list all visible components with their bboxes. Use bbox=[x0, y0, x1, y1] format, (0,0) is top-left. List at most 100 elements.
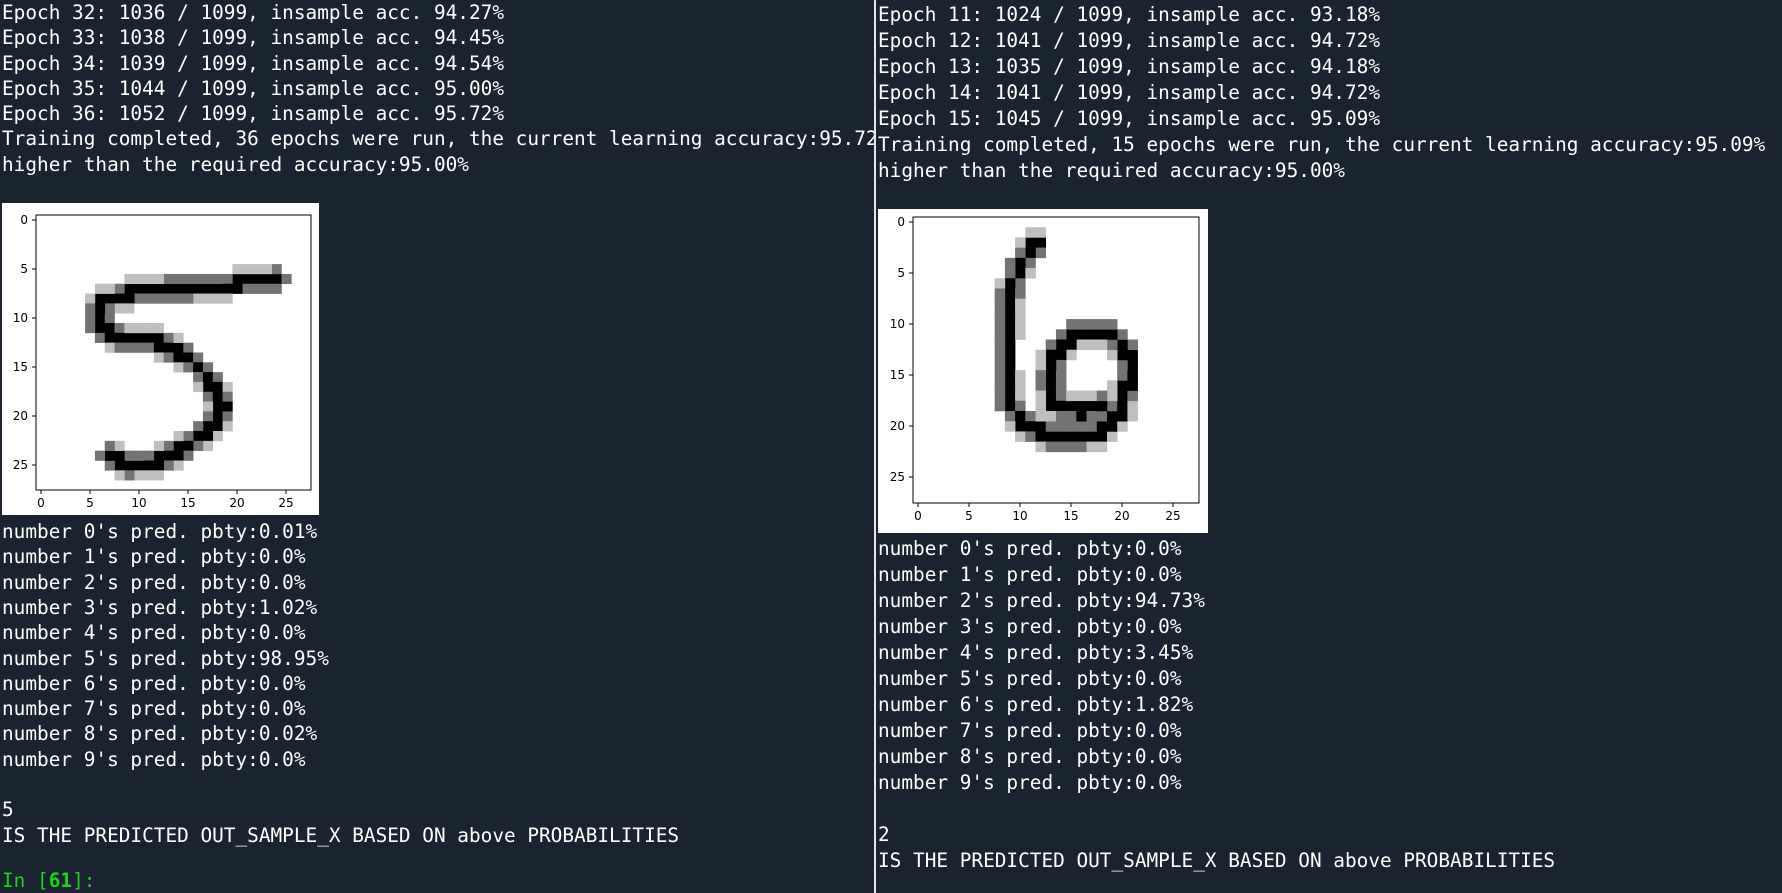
digit-pixel bbox=[1015, 370, 1026, 381]
digit-pixel bbox=[222, 401, 233, 412]
digit-pixel bbox=[252, 283, 263, 294]
digit-pixel bbox=[1127, 359, 1138, 371]
epoch-line: Epoch 13: 1035 / 1099, insample acc. 94.… bbox=[878, 55, 1380, 78]
digit-pixel bbox=[1106, 390, 1118, 402]
digit-pixel bbox=[1004, 421, 1016, 432]
digit-pixel bbox=[85, 303, 96, 314]
digit-pixel bbox=[153, 460, 164, 471]
digit-pixel bbox=[1096, 441, 1108, 453]
digit-pixel bbox=[134, 293, 145, 304]
digit-pixel bbox=[104, 293, 115, 304]
probability-line: number 1's pred. pbty:0.0% bbox=[2, 545, 306, 569]
digit-pixel bbox=[1055, 329, 1067, 340]
digit-pixel bbox=[124, 303, 135, 314]
digit-pixel bbox=[124, 293, 135, 304]
digit-pixel bbox=[994, 359, 1006, 371]
probability-line: number 9's pred. pbty:0.0% bbox=[878, 771, 1182, 794]
probability-line: number 2's pred. pbty:0.0% bbox=[2, 570, 306, 594]
digit-pixel bbox=[1127, 339, 1138, 351]
digit-pixel bbox=[1004, 390, 1016, 402]
digit-pixel bbox=[144, 332, 155, 344]
digit-pixel bbox=[212, 283, 223, 294]
digit-pixel bbox=[124, 450, 135, 461]
digit-pixel bbox=[1086, 431, 1098, 442]
digit-pixel bbox=[1086, 329, 1098, 340]
digit-pixel bbox=[1106, 319, 1118, 330]
digit-pixel bbox=[994, 319, 1006, 330]
right-output-panel: Epoch 11: 1024 / 1099, insample acc. 93.… bbox=[876, 0, 1782, 893]
digit-pixel bbox=[134, 323, 145, 334]
digit-pixel bbox=[1127, 380, 1138, 391]
digit-pixel bbox=[212, 372, 223, 383]
y-tick-label: 0 bbox=[897, 215, 905, 229]
digit-pixel bbox=[1096, 400, 1108, 412]
y-tick-label: 0 bbox=[20, 213, 28, 227]
y-tick-label: 15 bbox=[13, 360, 28, 374]
digit-pixel bbox=[212, 273, 223, 285]
digit-pixel bbox=[271, 283, 282, 294]
digit-pixel bbox=[222, 391, 233, 402]
digit-pixel bbox=[1117, 349, 1128, 361]
y-ticks: 0 5 10 15 20 25 bbox=[13, 213, 36, 472]
digit-pixel bbox=[271, 264, 282, 275]
digit-pixel bbox=[1004, 329, 1016, 340]
y-tick-label: 20 bbox=[13, 409, 28, 423]
probability-line: number 8's pred. pbty:0.02% bbox=[2, 722, 318, 746]
digit-pixel bbox=[85, 323, 96, 334]
digit-pixel bbox=[1117, 370, 1128, 381]
digit-pixel bbox=[1035, 410, 1047, 422]
digit-pixel bbox=[1117, 410, 1128, 422]
y-tick-label: 5 bbox=[20, 262, 28, 276]
digit-pixel bbox=[1004, 278, 1016, 289]
digit-pixel bbox=[1106, 410, 1118, 422]
digit-pixel bbox=[994, 339, 1006, 351]
digit-pixel bbox=[153, 470, 164, 481]
input-prompt[interactable]: In [61]: bbox=[0, 868, 874, 893]
digit-pixel bbox=[1066, 441, 1077, 453]
digit-pixel bbox=[1055, 431, 1067, 442]
x-tick-label: 5 bbox=[86, 496, 94, 510]
digit-pixel bbox=[222, 421, 233, 432]
digit-pixel bbox=[1004, 380, 1016, 391]
digit-pixel bbox=[1035, 380, 1047, 391]
digit-pixel bbox=[85, 293, 96, 304]
probability-line: number 4's pred. pbty:0.0% bbox=[2, 621, 306, 645]
digit-pixel bbox=[1004, 359, 1016, 371]
digit-pixel bbox=[212, 401, 223, 412]
digit-pixel bbox=[1045, 400, 1057, 412]
digit-pixel bbox=[1106, 329, 1118, 340]
digit-pixel bbox=[1045, 359, 1057, 371]
digit-pixel bbox=[173, 352, 184, 363]
digit-pixel bbox=[994, 288, 1006, 299]
digit-pixel bbox=[193, 352, 204, 363]
digit-pixel bbox=[1127, 410, 1138, 422]
digit-pixel bbox=[202, 411, 214, 422]
digit-pixel bbox=[1004, 257, 1016, 269]
digit-pixel bbox=[281, 273, 292, 285]
digit-pixel bbox=[153, 352, 164, 363]
digit-pixel bbox=[124, 342, 135, 353]
digit-pixel bbox=[163, 342, 174, 353]
digit-pixel bbox=[232, 283, 243, 294]
digit-pixel bbox=[1035, 421, 1047, 432]
digit-pixel bbox=[1015, 329, 1026, 340]
digit-pixel bbox=[202, 401, 214, 412]
training-summary: Training completed, 15 epochs were run, … bbox=[878, 133, 1766, 156]
probability-line: number 2's pred. pbty:94.73% bbox=[878, 589, 1205, 612]
digit-pixel bbox=[202, 391, 214, 402]
digit-pixel bbox=[144, 283, 155, 294]
digit-pixel bbox=[1096, 329, 1108, 340]
digit-pixel bbox=[144, 460, 155, 471]
digit-pixel bbox=[222, 273, 233, 285]
x-tick-label: 10 bbox=[1012, 509, 1027, 523]
digit-pixel bbox=[1086, 400, 1098, 412]
digit-pixel bbox=[134, 273, 145, 285]
digit-pixel bbox=[1086, 410, 1098, 422]
digit-pixel bbox=[1004, 308, 1016, 320]
digit-pixel bbox=[183, 283, 194, 294]
digit-pixel bbox=[144, 323, 155, 334]
digit-pixel bbox=[1035, 359, 1047, 371]
prompt-number: 61 bbox=[48, 868, 73, 892]
digit-pixel bbox=[212, 411, 223, 422]
digit-pixel bbox=[994, 349, 1006, 361]
